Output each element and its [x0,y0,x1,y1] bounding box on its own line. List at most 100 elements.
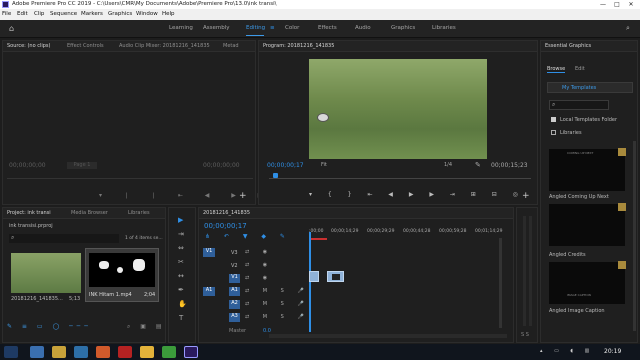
workspace-audio[interactable]: Audio [355,25,371,31]
ripple-edit-tool-icon[interactable]: ⇔ [178,244,184,252]
workspace-graphics[interactable]: Graphics [391,25,415,31]
taskbar-premiere-icon[interactable] [184,346,198,358]
source-patch-v1[interactable]: V1 [203,248,215,257]
video-clip-1[interactable] [309,271,319,282]
taskbar-app-3-icon[interactable] [74,346,88,358]
razor-tool-icon[interactable]: ✂ [178,258,184,266]
menu-clip[interactable]: Clip [34,11,44,17]
workspace-assembly[interactable]: Assembly [203,25,230,31]
a2-track-toggles[interactable]: ⇄ M S 🎤 [245,301,310,307]
home-icon[interactable]: ⌂ [9,24,14,33]
clip-thumb-2[interactable] [89,253,155,287]
workspace-color[interactable]: Color [285,25,299,31]
clip-name-1: 20181216_141835... [11,296,63,302]
taskbar-app-2-icon[interactable] [52,346,66,358]
template-search-input[interactable]: ⌕ [549,100,609,110]
maximize-button[interactable]: □ [610,0,624,9]
track-a1[interactable]: A1 [229,287,240,296]
local-folder-checkbox[interactable] [551,117,556,122]
playhead-icon[interactable] [273,173,278,178]
template-thumb-2[interactable] [549,204,625,246]
timeline-zoom-bar[interactable] [269,334,507,338]
templates-scrollbar[interactable] [633,141,636,331]
template-source-dropdown[interactable]: My Templates [547,82,633,93]
program-ruler[interactable] [269,173,531,179]
program-title[interactable]: Program: 20181216_141835 [263,43,334,49]
taskbar-app-6-icon[interactable] [140,346,154,358]
tab-media-browser[interactable]: Media Browser [71,210,108,216]
v2-track-toggles[interactable]: ⇄ ◉ [245,262,273,268]
workspace-editing[interactable]: Editing [246,25,265,31]
timeline-scrollbar[interactable] [499,238,502,328]
track-select-tool-icon[interactable]: ⇥ [178,230,184,238]
menu-markers[interactable]: Markers [81,11,103,17]
tab-project[interactable]: Project: ink transi [7,210,51,216]
source-timecode-in[interactable]: 00;00;00;00 [9,162,46,169]
program-transport-controls[interactable]: ▾ { } ⇤ ◀ ▶ ▶ ⇥ ⊞ ⊟ ◎ [309,191,525,198]
workspace-effects[interactable]: Effects [318,25,337,31]
tab-metadata[interactable]: Metad [223,43,239,49]
minimize-button[interactable]: — [596,0,610,9]
template-thumb-3[interactable]: IMAGE CAPTION [549,262,625,304]
menu-sequence[interactable]: Sequence [50,11,77,17]
timeline-timecode[interactable]: 00;00;00;17 [204,222,247,230]
pen-tool-icon[interactable]: ✒ [178,286,184,294]
search-icon[interactable]: ⌕ [626,24,630,33]
track-v1[interactable]: V1 [229,274,240,283]
selection-tool-icon[interactable]: ▶ [178,216,183,224]
taskbar-app-1-icon[interactable] [30,346,44,358]
solo-buttons[interactable]: S S [521,332,529,338]
slip-tool-icon[interactable]: ↔ [178,272,184,280]
tab-edit[interactable]: Edit [575,66,585,72]
track-a2[interactable]: A2 [229,300,240,309]
close-button[interactable]: ✕ [624,0,638,9]
tab-audio-clip-mixer[interactable]: Audio Clip Mixer: 20181216_141835 [119,43,210,49]
menu-edit[interactable]: Edit [17,11,28,17]
start-button-icon[interactable] [4,346,18,358]
taskbar-app-4-icon[interactable] [96,346,110,358]
menu-window[interactable]: Window [136,11,158,17]
timeline-ruler[interactable]: ;00;00 00;00;14;29 00;00;29;29 00;00;44;… [309,223,513,237]
taskbar-app-7-icon[interactable] [162,346,176,358]
menu-file[interactable]: File [2,11,11,17]
hand-tool-icon[interactable]: ✋ [178,300,187,308]
workspace-libraries[interactable]: Libraries [432,25,456,31]
tab-libraries[interactable]: Libraries [128,210,150,216]
tab-effect-controls[interactable]: Effect Controls [67,43,104,49]
v1-track-toggles[interactable]: ⇄ ◉ [245,275,273,281]
tab-browse[interactable]: Browse [547,66,566,73]
a1-track-toggles[interactable]: ⇄ M S 🎤 [245,288,310,294]
system-tray-icons[interactable]: ▴ ▭ ◖ ▥ [540,348,594,354]
timeline-tool-icons[interactable]: ⋔ ↶ ▼ ◆ ✎ [205,233,291,240]
template-name-2: Angled Credits [549,252,586,258]
track-v3[interactable]: V3 [231,250,238,256]
wrench-icon[interactable]: ✎ [475,161,481,169]
a3-track-toggles[interactable]: ⇄ M S 🎤 [245,314,310,320]
source-add-button[interactable]: + [239,191,247,201]
taskbar-app-5-icon[interactable] [118,346,132,358]
type-tool-icon[interactable]: T [179,314,183,322]
menu-help[interactable]: Help [162,11,175,17]
track-a3[interactable]: A3 [229,313,240,322]
video-clip-2[interactable] [327,271,344,282]
libraries-checkbox[interactable] [551,130,556,135]
fit-dropdown[interactable]: Fit [321,162,327,168]
source-page-select[interactable]: Page 1 [67,162,97,169]
v3-track-toggles[interactable]: ⇄ ◉ [245,249,273,255]
program-timecode[interactable]: 00;00;00;17 [267,162,304,169]
clip-card-selected[interactable]: INK Hitam 1.mp4 2;04 [85,248,159,302]
clip-thumb-1[interactable] [11,253,81,293]
project-view-controls[interactable]: ✎ ≡ ▭ ◯ ─── [7,323,92,330]
program-add-button[interactable]: + [522,191,530,201]
source-ruler[interactable] [7,173,253,179]
taskbar-clock: 20:19 [604,348,622,355]
source-patch-a1[interactable]: A1 [203,287,215,296]
template-thumb-1[interactable]: COMING UP NEXT [549,149,625,191]
timeline-tab[interactable]: 20181216_141835 [203,210,250,216]
track-v2[interactable]: V2 [231,263,238,269]
menu-graphics[interactable]: Graphics [108,11,132,17]
resolution-dropdown[interactable]: 1/4 [444,162,452,168]
workspace-learning[interactable]: Learning [169,25,193,31]
project-search-input[interactable]: ⌕ [9,234,119,243]
tab-source[interactable]: Source: (no clips) [7,43,50,49]
